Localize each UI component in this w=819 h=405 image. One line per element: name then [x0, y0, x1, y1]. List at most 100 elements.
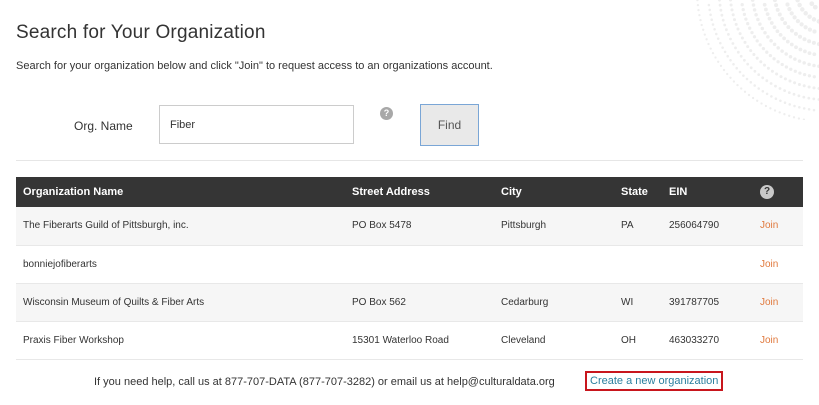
pattern-dot — [728, 0, 733, 2]
pattern-dot — [719, 64, 723, 68]
pattern-dot — [797, 117, 801, 120]
pattern-dot — [797, 82, 801, 87]
pattern-dot — [702, 28, 705, 31]
cell-ein — [669, 245, 760, 283]
pattern-dot — [752, 35, 757, 39]
pattern-dot — [767, 16, 772, 21]
pattern-dot — [741, 7, 745, 12]
pattern-dot — [721, 18, 725, 22]
cell-state: WI — [621, 296, 634, 308]
cell-organization-name: Praxis Fiber Workshop — [23, 334, 124, 346]
pattern-dot — [769, 21, 774, 25]
org-name-input[interactable] — [159, 105, 354, 144]
pattern-dot — [718, 0, 721, 2]
pattern-dot — [719, 41, 722, 45]
pattern-dot — [807, 51, 812, 55]
join-link[interactable]: Join — [760, 259, 778, 270]
pattern-dot — [792, 92, 796, 96]
pattern-dot — [738, 32, 742, 36]
pattern-dot — [780, 49, 784, 53]
create-organization-link[interactable]: Create a new organization — [585, 371, 724, 391]
pattern-dot — [802, 95, 806, 99]
pattern-dot — [776, 46, 780, 50]
pattern-dot — [766, 66, 770, 70]
pattern-dot — [740, 3, 744, 7]
pattern-dot — [775, 72, 779, 76]
pattern-dot — [772, 0, 777, 3]
pattern-dot — [812, 4, 818, 10]
pattern-dot — [772, 57, 776, 61]
pattern-dot — [743, 90, 747, 93]
help-icon[interactable]: ? — [380, 107, 393, 120]
page-title: Search for Your Organization — [16, 22, 266, 43]
pattern-dot — [802, 118, 806, 120]
pattern-dot — [758, 22, 762, 26]
pattern-dot — [764, 104, 768, 108]
pattern-dot — [748, 26, 752, 30]
pattern-dot — [719, 8, 723, 12]
pattern-dot — [723, 50, 727, 54]
pattern-dot — [788, 114, 791, 117]
pattern-dot — [802, 37, 807, 42]
pattern-dot — [803, 11, 808, 16]
pattern-dot — [761, 46, 766, 51]
pattern-dot — [752, 8, 757, 12]
pattern-dot — [740, 36, 744, 40]
cell-ein: 391787705 — [669, 296, 720, 308]
table-row: The Fiberarts Guild of Pittsburgh, inc. … — [16, 207, 803, 245]
pattern-dot — [776, 60, 780, 64]
pattern-dot — [798, 47, 803, 52]
pattern-dot — [789, 67, 793, 71]
pattern-dot — [761, 76, 765, 80]
pattern-dot — [797, 59, 802, 63]
pattern-dot — [711, 51, 715, 55]
pattern-dot — [784, 52, 788, 56]
pattern-dot — [753, 84, 756, 87]
pattern-dot — [765, 50, 769, 54]
cell-organization-name: The Fiberarts Guild of Pittsburgh, inc. — [23, 220, 189, 232]
pattern-dot — [703, 33, 706, 36]
table-help-icon[interactable]: ? — [760, 185, 774, 199]
pattern-dot — [727, 33, 730, 36]
pattern-dot — [732, 18, 737, 22]
pattern-dot — [745, 77, 749, 81]
pattern-dot — [807, 85, 811, 89]
header-state: State — [621, 186, 648, 198]
pattern-dot — [774, 97, 778, 100]
pattern-dot — [732, 63, 735, 66]
cell-ein: 256064790 — [669, 220, 720, 232]
pattern-dot — [754, 13, 758, 17]
pattern-dot — [707, 42, 710, 46]
pattern-dot — [766, 35, 770, 39]
pattern-dot — [777, 12, 782, 17]
pattern-dot — [763, 31, 767, 35]
pattern-dot — [717, 60, 720, 63]
pattern-dot — [734, 22, 738, 26]
pattern-dot — [787, 91, 791, 94]
pattern-dot — [731, 42, 735, 45]
join-link[interactable]: Join — [760, 335, 778, 346]
pattern-dot — [807, 27, 813, 32]
find-button[interactable]: Find — [420, 104, 479, 146]
pattern-dot — [800, 7, 805, 12]
header-street-address: Street Address — [352, 186, 430, 198]
pattern-dot — [811, 40, 816, 45]
pattern-dot — [789, 42, 794, 47]
pattern-dot — [789, 28, 794, 33]
pattern-dot — [795, 18, 801, 24]
pattern-dot — [783, 101, 787, 104]
pattern-dot — [769, 82, 773, 85]
pattern-dot — [696, 3, 700, 7]
pattern-dot — [738, 70, 742, 74]
join-link[interactable]: Join — [760, 297, 778, 308]
dot-pattern-decoration — [696, 0, 819, 120]
pattern-dot — [793, 81, 797, 85]
join-link[interactable]: Join — [760, 220, 778, 231]
pattern-dot — [744, 17, 748, 21]
pattern-dot — [716, 37, 720, 40]
pattern-dot — [762, 2, 767, 7]
header-help-cell: ? — [760, 177, 803, 207]
cell-city: Pittsburgh — [501, 220, 547, 232]
cell-street-address — [352, 245, 501, 283]
pattern-dot — [779, 75, 783, 79]
